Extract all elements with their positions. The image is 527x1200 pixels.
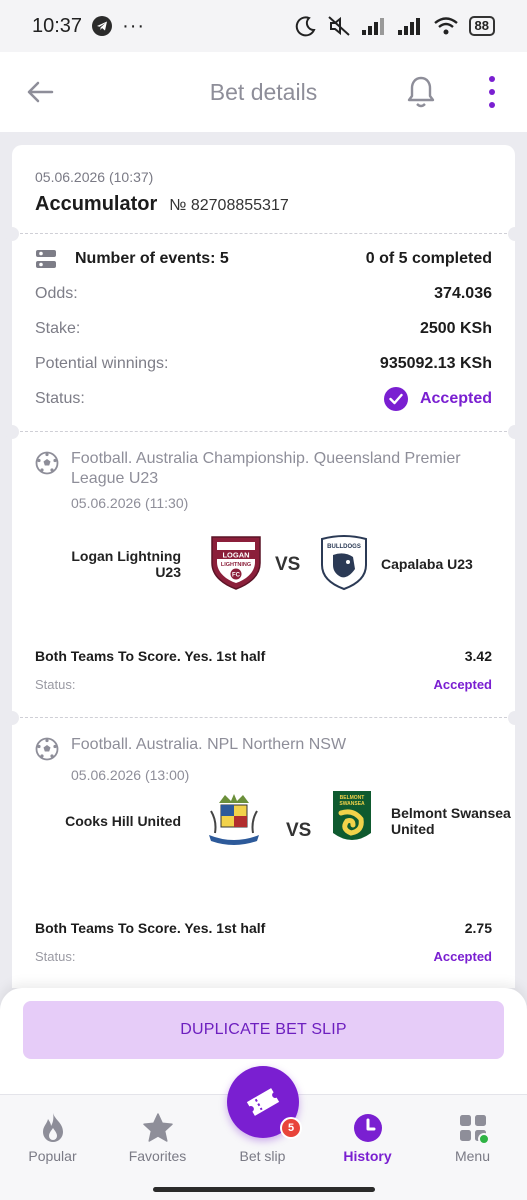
events-list-icon xyxy=(36,249,56,268)
completed-count: 0 of 5 completed xyxy=(365,249,492,267)
nav-history-label: History xyxy=(343,1148,392,1164)
home-team-name: Cooks Hill United xyxy=(65,813,181,829)
event-card[interactable]: Football. Australia. NPL Northern NSW 05… xyxy=(12,725,515,988)
home-team-logo xyxy=(209,794,259,845)
flame-icon xyxy=(36,1111,70,1145)
market-odds: 3.42 xyxy=(464,648,492,664)
market-name: Both Teams To Score. Yes. 1st half xyxy=(35,648,266,664)
event-status-row: Status: Accepted xyxy=(35,671,492,697)
stake-row: Stake: 2500 KSh xyxy=(35,311,492,346)
away-team-logo: BULLDOGS xyxy=(321,535,367,591)
star-icon xyxy=(141,1111,175,1145)
away-team-name: Capalaba U23 xyxy=(381,556,473,572)
bet-date: 05.06.2026 (10:37) xyxy=(35,169,154,185)
home-indicator[interactable] xyxy=(153,1187,375,1192)
nav-favorites-label: Favorites xyxy=(128,1148,187,1164)
away-logo-text: BULLDOGS xyxy=(327,544,361,550)
signal-icon xyxy=(361,18,384,35)
page-title: Bet details xyxy=(209,78,318,105)
status-text: Accepted xyxy=(419,389,492,407)
more-notifications-icon: ··· xyxy=(122,14,146,37)
telegram-icon xyxy=(92,16,113,36)
event-card[interactable]: Football. Australia Championship. Queens… xyxy=(12,439,515,711)
event-teams: Logan Lightning U23 LOGAN LIGHTNING FC V… xyxy=(35,511,492,631)
bet-header-card: 05.06.2026 (10:37) Accumulator № 8270885… xyxy=(12,145,515,227)
nav-favorites[interactable]: Favorites xyxy=(105,1095,210,1175)
nav-popular-label: Popular xyxy=(28,1148,77,1164)
odds-value: 374.036 xyxy=(434,284,492,302)
winnings-row: Potential winnings: 935092.13 KSh xyxy=(35,346,492,381)
market-odds: 2.75 xyxy=(464,920,492,936)
football-icon xyxy=(35,451,59,475)
home-team-name: Logan Lightning U23 xyxy=(71,548,181,580)
moon-icon xyxy=(295,16,316,37)
ticket-divider xyxy=(5,711,522,725)
market-row: Both Teams To Score. Yes. 1st half 2.75 xyxy=(35,913,492,943)
event-league: Football. Australia. NPL Northern NSW xyxy=(71,736,347,753)
ticket-icon xyxy=(246,1088,280,1116)
odds-label: Odds: xyxy=(35,284,78,302)
wifi-icon xyxy=(433,17,458,35)
event-date: 05.06.2026 (11:30) xyxy=(71,495,189,511)
app-bar: Bet details xyxy=(0,52,527,132)
bet-slip-count-badge: 5 xyxy=(280,1117,302,1139)
signal-icon-2 xyxy=(397,18,420,35)
nav-menu-label: Menu xyxy=(454,1148,491,1164)
event-status-row: Status: Accepted xyxy=(35,943,492,969)
bell-icon[interactable] xyxy=(405,74,437,110)
winnings-label: Potential winnings: xyxy=(35,354,169,372)
stake-label: Stake: xyxy=(35,319,81,337)
bet-summary: Number of events: 5 0 of 5 completed Odd… xyxy=(12,241,515,425)
market-name: Both Teams To Score. Yes. 1st half xyxy=(35,920,266,936)
nav-bet-slip-label: Bet slip xyxy=(239,1148,286,1164)
home-team-logo: LOGAN LIGHTNING FC xyxy=(211,536,261,590)
event-status-value: Accepted xyxy=(433,676,492,692)
status-value: Accepted xyxy=(383,386,492,411)
football-icon xyxy=(35,737,59,761)
more-options-icon[interactable] xyxy=(482,76,502,108)
nav-history[interactable]: History xyxy=(315,1095,420,1175)
check-circle-icon xyxy=(383,386,408,411)
clock-icon xyxy=(351,1111,385,1145)
status-row: Status: Accepted xyxy=(35,381,492,416)
stake-value: 2500 KSh xyxy=(419,319,492,337)
bet-number: № 82708855317 xyxy=(169,197,289,214)
status-bar: 10:37 ··· 88 xyxy=(0,0,527,52)
event-status-value: Accepted xyxy=(433,948,492,964)
event-status-label: Status: xyxy=(35,676,76,692)
versus-label: VS xyxy=(286,820,312,841)
nav-menu[interactable]: Menu xyxy=(420,1095,525,1175)
event-date: 05.06.2026 (13:00) xyxy=(71,767,190,783)
winnings-value: 935092.13 KSh xyxy=(379,354,492,372)
event-status-label: Status: xyxy=(35,948,76,964)
home-logo-line3: FC xyxy=(232,573,241,579)
away-team-name: Belmont Swansea United xyxy=(391,805,511,837)
away-logo-line2: SWANSEA xyxy=(339,801,365,807)
menu-grid-icon xyxy=(456,1111,490,1145)
battery-indicator: 88 xyxy=(468,16,495,36)
nav-popular[interactable]: Popular xyxy=(0,1095,105,1175)
events-count: Number of events: 5 xyxy=(75,249,229,267)
home-logo-line2: LIGHTNING xyxy=(221,562,251,568)
versus-label: VS xyxy=(275,554,301,575)
event-teams: Cooks Hill United VS BELMONT SWANSEA Bel… xyxy=(35,783,511,903)
home-logo-line1: LOGAN xyxy=(222,551,249,560)
status-time: 10:37 xyxy=(32,14,83,37)
duplicate-bet-slip-button[interactable]: DUPLICATE BET SLIP xyxy=(23,1001,504,1059)
mute-icon xyxy=(327,16,350,36)
status-label: Status: xyxy=(35,389,85,407)
bet-type: Accumulator xyxy=(35,193,158,215)
odds-row: Odds: 374.036 xyxy=(35,276,492,311)
ticket-divider xyxy=(5,425,522,439)
away-team-logo: BELMONT SWANSEA xyxy=(333,791,371,840)
event-league: Football. Australia Championship. Queens… xyxy=(71,450,461,487)
market-row: Both Teams To Score. Yes. 1st half 3.42 xyxy=(35,641,492,671)
ticket-divider xyxy=(5,227,522,241)
events-row: Number of events: 5 0 of 5 completed xyxy=(35,241,492,276)
